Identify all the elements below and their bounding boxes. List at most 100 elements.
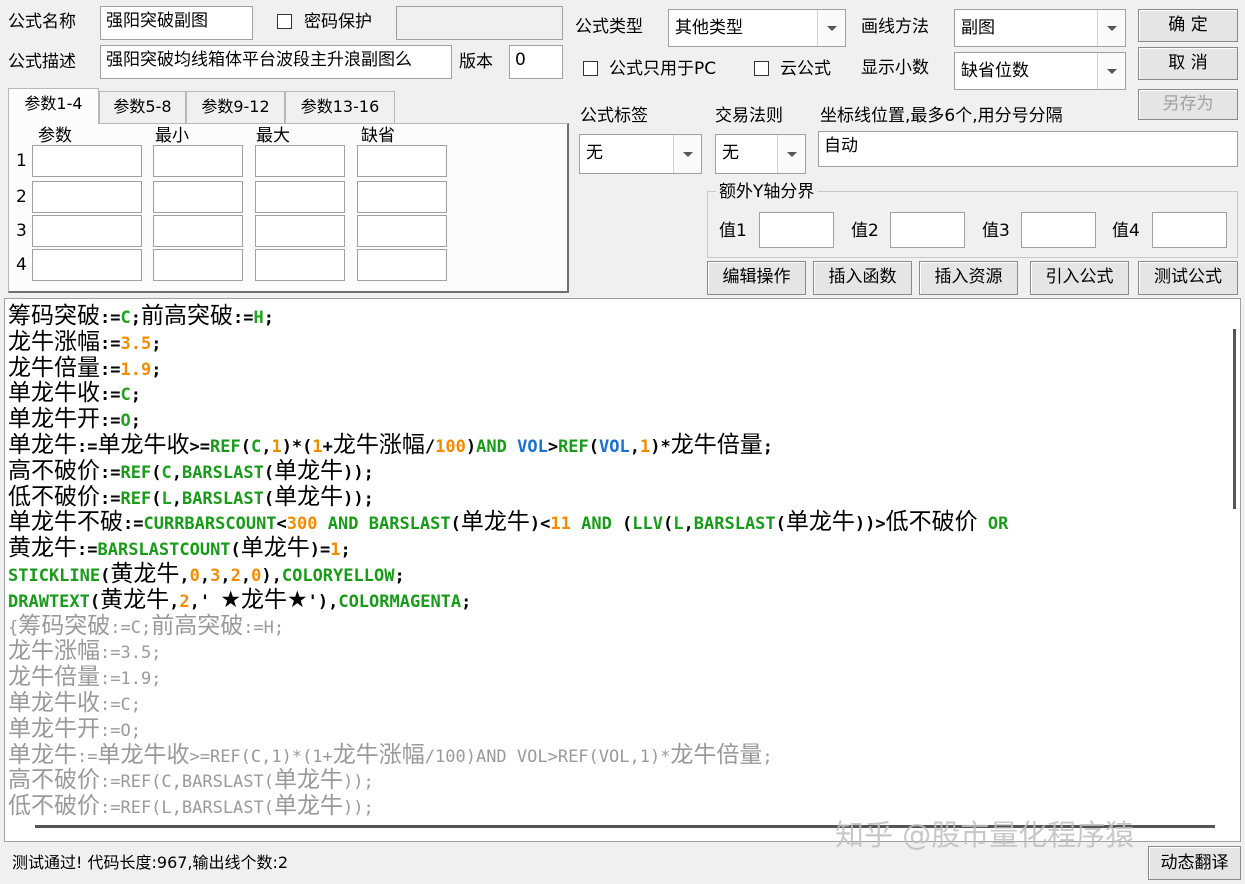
chevron-down-icon[interactable] <box>673 135 701 173</box>
code-line[interactable]: 龙牛涨幅:=3.5; <box>8 638 161 664</box>
cancel-button[interactable]: 取 消 <box>1138 47 1238 80</box>
tab-params-13-16[interactable]: 参数13-16 <box>285 91 395 123</box>
code-line[interactable]: 龙牛倍量:=1.9; <box>8 664 161 690</box>
formula-type-select[interactable]: 其他类型 <box>668 9 846 47</box>
dynamic-translate-button[interactable]: 动态翻译 <box>1148 846 1241 880</box>
formula-desc-label: 公式描述 <box>8 52 76 72</box>
param-min-input[interactable] <box>153 249 243 281</box>
code-line[interactable]: 单龙牛开:=O; <box>8 406 141 432</box>
param-min-input[interactable] <box>153 145 243 177</box>
code-line[interactable]: 单龙牛收:=C; <box>8 380 141 406</box>
y-value-3-input[interactable] <box>1021 212 1096 248</box>
chevron-down-icon[interactable] <box>1097 10 1125 46</box>
decimals-value: 缺省位数 <box>961 61 1029 81</box>
extra-y-axis-label: 额外Y轴分界 <box>716 181 818 203</box>
password-label: 密码保护 <box>304 12 372 32</box>
y-value-label: 值2 <box>851 221 879 241</box>
code-line[interactable]: 高不破价:=REF(C,BARSLAST(单龙牛)); <box>8 767 374 793</box>
y-value-1-input[interactable] <box>759 212 834 248</box>
test-formula-button[interactable]: 测试公式 <box>1138 261 1238 295</box>
cloud-label: 云公式 <box>780 59 831 79</box>
param-default-input[interactable] <box>357 181 447 213</box>
param-row-number: 4 <box>16 255 27 275</box>
code-line[interactable]: 单龙牛:=单龙牛收>=REF(C,1)*(1+龙牛涨幅/100)AND VOL>… <box>8 432 773 458</box>
import-formula-button[interactable]: 引入公式 <box>1030 261 1129 295</box>
trade-rule-value: 无 <box>722 143 739 163</box>
formula-type-value: 其他类型 <box>675 18 743 38</box>
password-checkbox[interactable] <box>277 14 292 29</box>
param-max-input[interactable] <box>255 249 345 281</box>
chevron-down-icon[interactable] <box>817 10 845 46</box>
param-default-input[interactable] <box>357 249 447 281</box>
draw-method-select[interactable]: 副图 <box>954 9 1126 47</box>
code-line[interactable]: 筹码突破:=C;前高突破:=H; <box>8 303 274 329</box>
formula-tag-select[interactable]: 无 <box>579 134 702 174</box>
decimals-select[interactable]: 缺省位数 <box>954 52 1126 90</box>
save-as-button[interactable]: 另存为 <box>1138 89 1238 120</box>
code-line[interactable]: STICKLINE(黄龙牛,0,3,2,0),COLORYELLOW; <box>8 561 405 587</box>
y-value-label: 值3 <box>982 221 1010 241</box>
param-max-input[interactable] <box>255 215 345 247</box>
chevron-down-icon[interactable] <box>777 135 805 173</box>
chevron-down-icon[interactable] <box>1097 53 1125 89</box>
code-line[interactable]: 低不破价:=REF(L,BARSLAST(单龙牛)); <box>8 484 374 510</box>
version-input[interactable]: 0 <box>509 45 563 79</box>
password-input[interactable] <box>396 6 563 40</box>
param-name-input[interactable] <box>32 249 142 281</box>
draw-method-value: 副图 <box>961 18 995 38</box>
code-line[interactable]: 龙牛倍量:=1.9; <box>8 355 161 381</box>
code-line[interactable]: 单龙牛收:=C; <box>8 690 141 716</box>
vertical-scrollbar[interactable] <box>1233 329 1236 509</box>
code-line[interactable]: {筹码突破:=C;前高突破:=H; <box>8 613 284 639</box>
code-line[interactable]: 龙牛涨幅:=3.5; <box>8 329 161 355</box>
y-value-2-input[interactable] <box>890 212 965 248</box>
formula-desc-input[interactable]: 强阳突破均线箱体平台波段主升浪副图么 <box>100 45 452 79</box>
param-name-input[interactable] <box>32 145 142 177</box>
cloud-checkbox[interactable] <box>754 61 769 76</box>
y-value-label: 值1 <box>719 221 747 241</box>
ok-button[interactable]: 确 定 <box>1138 9 1238 42</box>
y-value-label: 值4 <box>1112 221 1140 241</box>
code-line[interactable]: 单龙牛:=单龙牛收>=REF(C,1)*(1+龙牛涨幅/100)AND VOL>… <box>8 742 773 768</box>
code-line[interactable]: 单龙牛不破:=CURRBARSCOUNT<300 AND BARSLAST(单龙… <box>8 509 1008 535</box>
status-message: 测试通过! 代码长度:967,输出线个数:2 <box>12 853 289 872</box>
param-header-min: 最小 <box>155 126 189 146</box>
param-header-name: 参数 <box>38 126 72 146</box>
param-row-number: 2 <box>16 187 27 207</box>
formula-name-input[interactable]: 强阳突破副图 <box>100 6 253 40</box>
formula-tag-label: 公式标签 <box>580 106 648 126</box>
axis-position-input[interactable]: 自动 <box>818 131 1238 167</box>
code-line[interactable]: 高不破价:=REF(C,BARSLAST(单龙牛)); <box>8 458 374 484</box>
param-name-input[interactable] <box>32 215 142 247</box>
version-label: 版本 <box>459 52 493 72</box>
code-line[interactable]: 低不破价:=REF(L,BARSLAST(单龙牛)); <box>8 793 374 819</box>
param-name-input[interactable] <box>32 181 142 213</box>
param-max-input[interactable] <box>255 145 345 177</box>
param-min-input[interactable] <box>153 181 243 213</box>
param-default-input[interactable] <box>357 215 447 247</box>
tab-params-9-12[interactable]: 参数9-12 <box>186 91 285 123</box>
insert-function-button[interactable]: 插入函数 <box>813 261 912 295</box>
tab-params-5-8[interactable]: 参数5-8 <box>99 91 186 123</box>
trade-rule-select[interactable]: 无 <box>715 134 806 174</box>
param-max-input[interactable] <box>255 181 345 213</box>
axis-position-label: 坐标线位置,最多6个,用分号分隔 <box>820 106 1063 126</box>
pc-only-checkbox[interactable] <box>583 61 598 76</box>
decimals-label: 显示小数 <box>861 58 929 78</box>
formula-tag-value: 无 <box>586 143 603 163</box>
code-line[interactable]: 黄龙牛:=BARSLASTCOUNT(单龙牛)=1; <box>8 535 351 561</box>
param-row-number: 3 <box>16 221 27 241</box>
code-editor[interactable]: 筹码突破:=C;前高突破:=H; 龙牛涨幅:=3.5; 龙牛倍量:=1.9; 单龙牛收… <box>4 298 1241 842</box>
tab-params-1-4[interactable]: 参数1-4 <box>8 88 99 124</box>
formula-type-label: 公式类型 <box>575 17 643 37</box>
code-line[interactable]: 单龙牛开:=O; <box>8 716 141 742</box>
trade-rule-label: 交易法则 <box>715 106 783 126</box>
y-value-4-input[interactable] <box>1152 212 1227 248</box>
code-line[interactable]: DRAWTEXT(黄龙牛,2,' ★龙牛★'),COLORMAGENTA; <box>8 587 471 613</box>
edit-operations-button[interactable]: 编辑操作 <box>707 261 806 295</box>
param-header-default: 缺省 <box>361 126 395 146</box>
param-min-input[interactable] <box>153 215 243 247</box>
insert-resource-button[interactable]: 插入资源 <box>919 261 1018 295</box>
param-header-max: 最大 <box>256 126 290 146</box>
param-default-input[interactable] <box>357 145 447 177</box>
